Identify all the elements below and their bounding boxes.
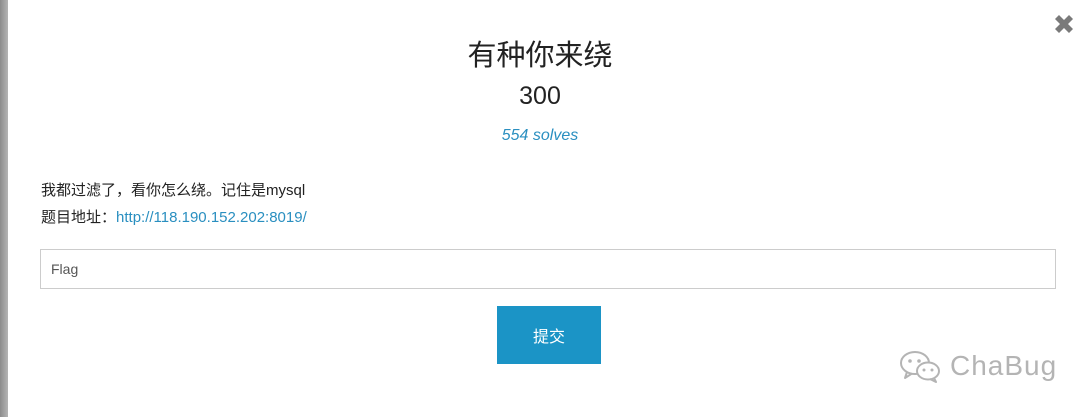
- description-text: 我都过滤了，看你怎么绕。记住是mysql: [41, 182, 306, 199]
- wechat-icon: [900, 351, 940, 383]
- watermark-text: ChaBug: [950, 350, 1058, 381]
- challenge-modal: 有种你来绕 300 554 solves 我都过滤了，看你怎么绕。记住是mysq…: [0, 0, 1080, 417]
- address-line: 题目地址：http://118.190.152.202:8019/: [41, 204, 307, 231]
- challenge-points: 300: [519, 82, 561, 110]
- submit-button[interactable]: 提交: [497, 306, 601, 364]
- watermark: ChaBug: [898, 348, 1057, 384]
- challenge-title: 有种你来绕: [467, 40, 613, 72]
- challenge-link[interactable]: http://118.190.152.202:8019/: [116, 209, 307, 226]
- solves-count[interactable]: 554 solves: [0, 127, 1080, 145]
- flag-input[interactable]: [40, 249, 1056, 289]
- address-label: 题目地址：: [41, 209, 117, 226]
- challenge-description: 我都过滤了，看你怎么绕。记住是mysql 题目地址：http://118.190…: [41, 177, 307, 231]
